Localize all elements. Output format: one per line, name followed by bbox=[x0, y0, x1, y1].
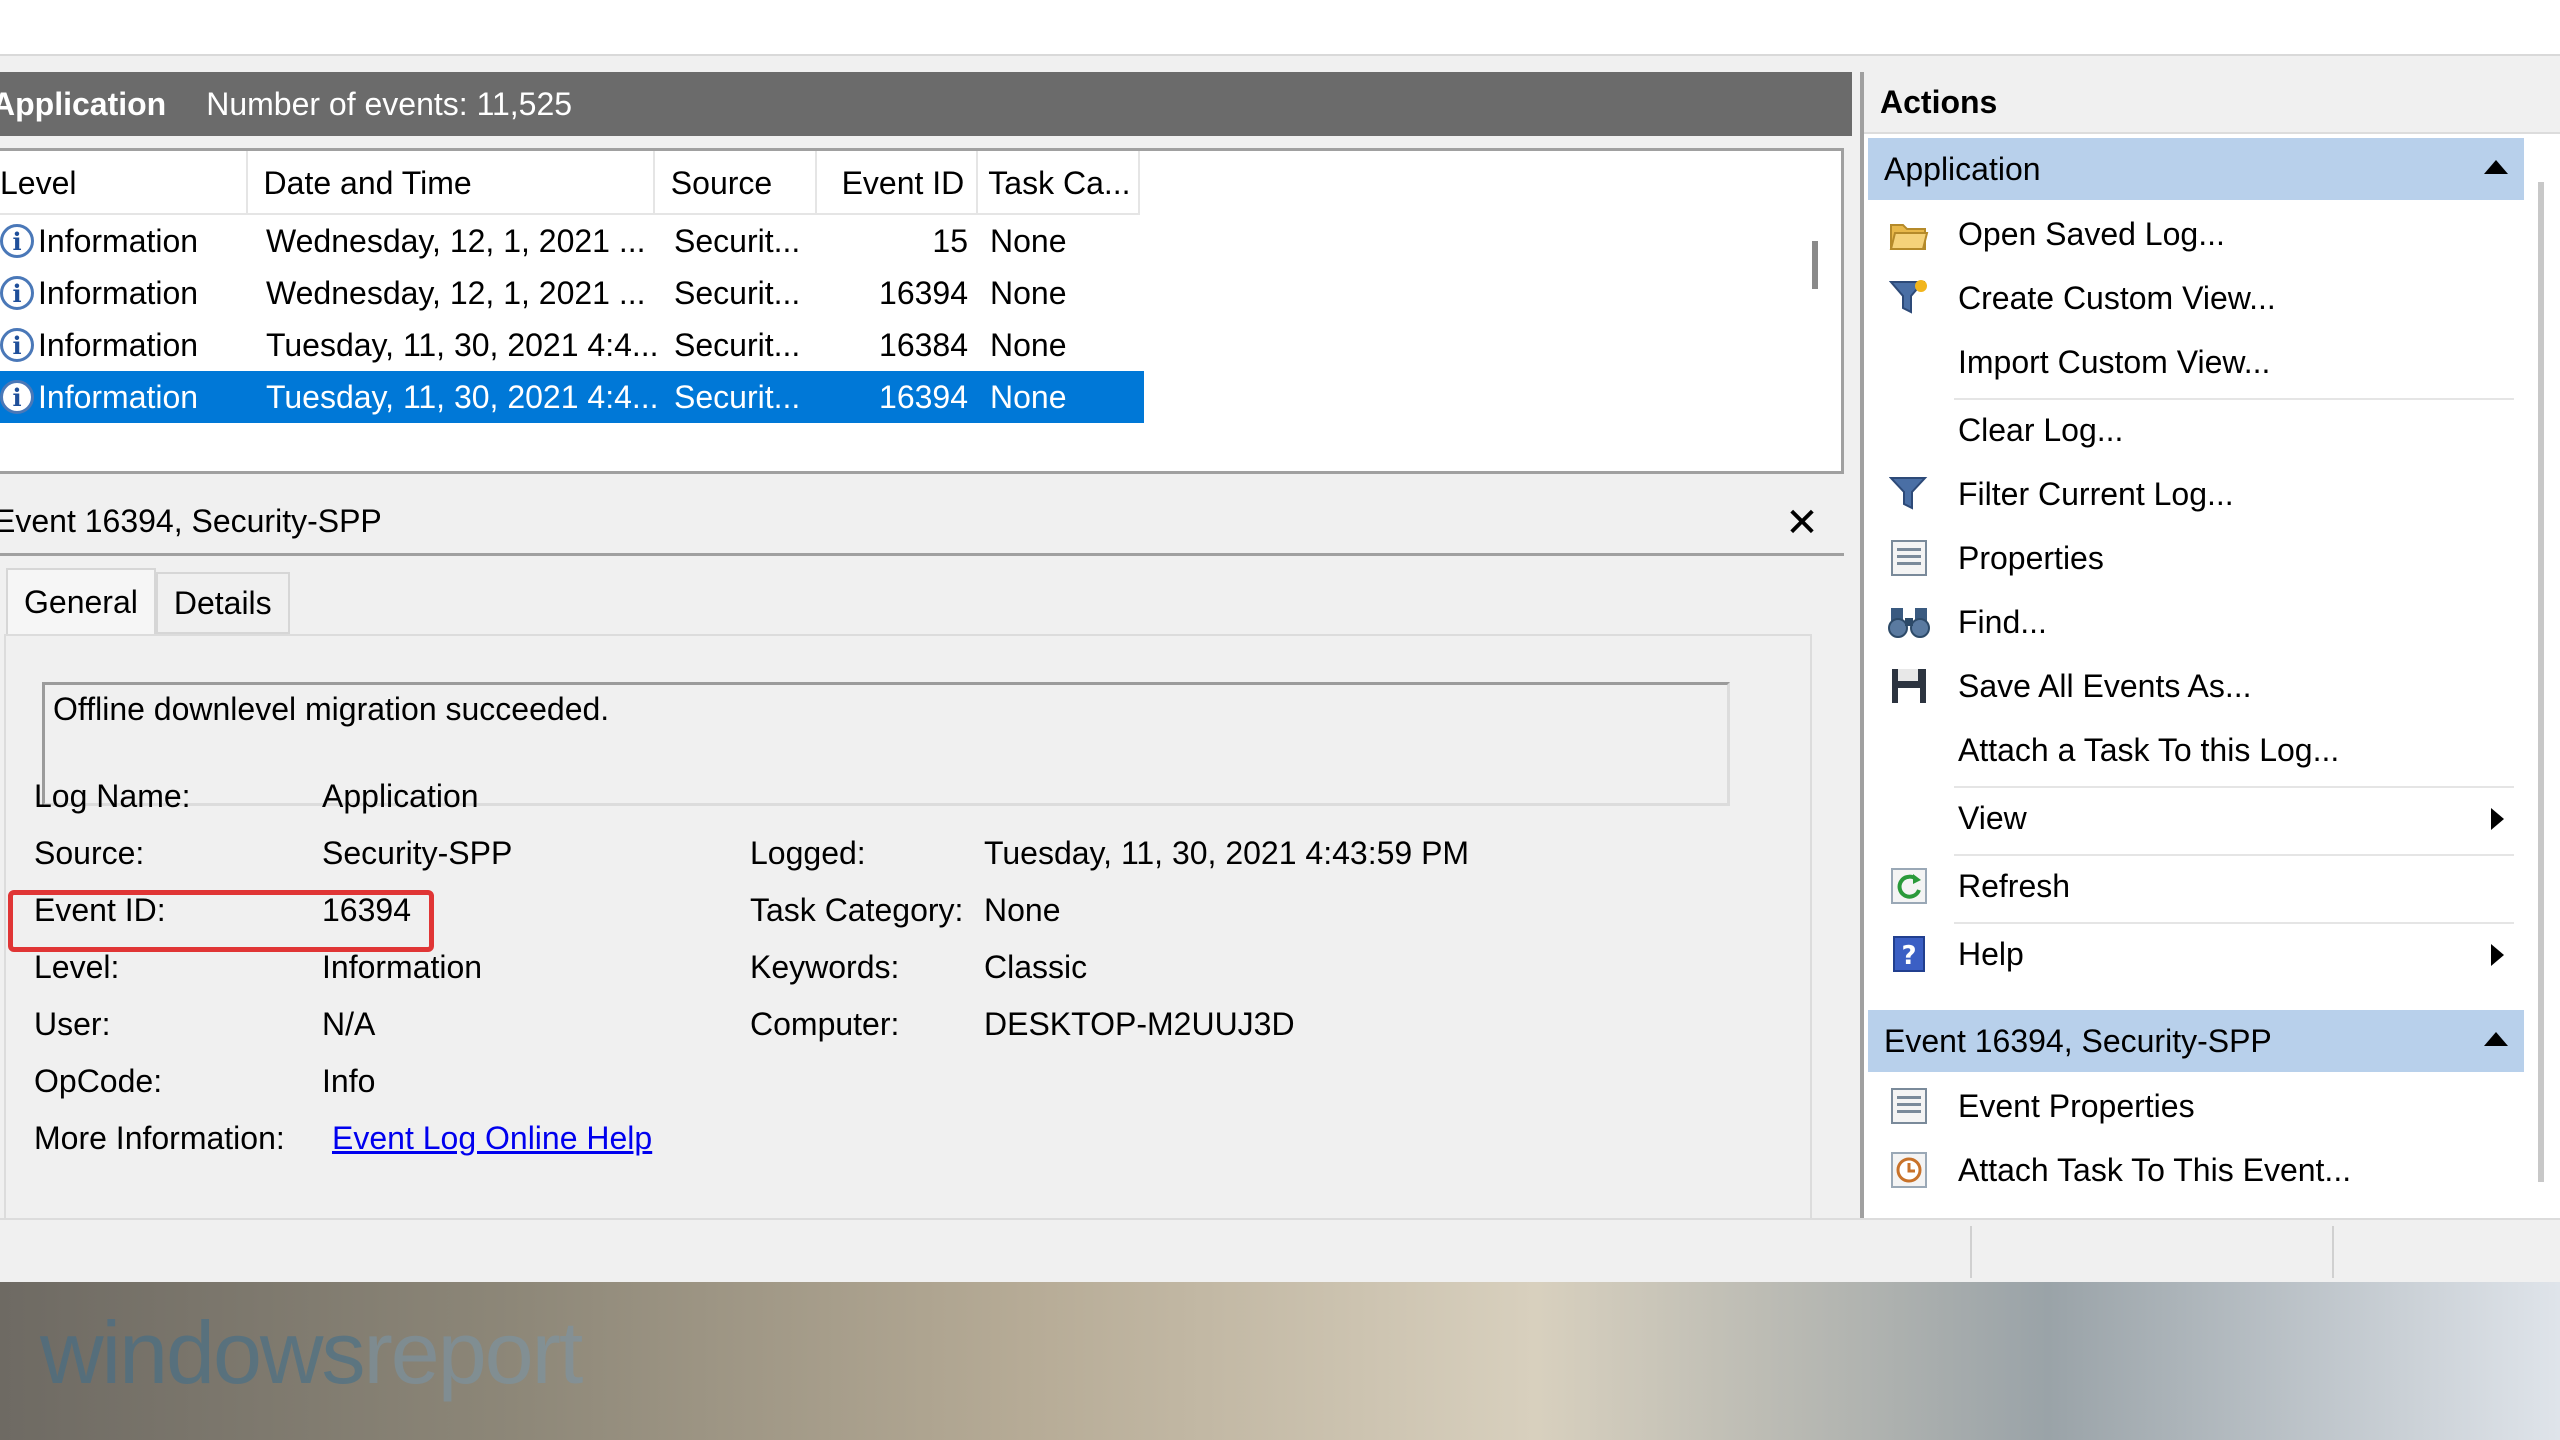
keywords-value: Classic bbox=[984, 949, 1088, 985]
computer-label: Computer: bbox=[750, 1006, 900, 1042]
action-event-properties[interactable]: Event Properties bbox=[1868, 1074, 2524, 1138]
action-attach-task-to-log[interactable]: Attach a Task To this Log... bbox=[1868, 718, 2524, 782]
binoculars-icon bbox=[1884, 597, 1934, 647]
help-icon: ? bbox=[1884, 929, 1934, 979]
table-row[interactable]: i Information Wednesday, 12, 1, 2021 ... … bbox=[0, 267, 1144, 319]
watermark-logo: windowsreport bbox=[40, 1303, 583, 1402]
event-list-header: Level Date and Time Source Event ID Task… bbox=[0, 151, 1140, 215]
collapse-up-icon[interactable] bbox=[2484, 160, 2508, 174]
status-separator bbox=[1970, 1226, 1972, 1278]
information-icon: i bbox=[0, 276, 34, 310]
folder-open-icon bbox=[1884, 209, 1934, 259]
list-scrollbar[interactable] bbox=[1812, 241, 1818, 289]
action-save-all-events-as[interactable]: Save All Events As... bbox=[1868, 654, 2524, 718]
log-name-value: Application bbox=[322, 778, 479, 814]
user-value: N/A bbox=[322, 1006, 376, 1042]
task-clock-icon bbox=[1884, 1145, 1934, 1195]
action-create-custom-view[interactable]: Create Custom View... bbox=[1868, 266, 2524, 330]
table-row-selected[interactable]: i Information Tuesday, 11, 30, 2021 4:4..… bbox=[0, 371, 1144, 423]
level-value: Information bbox=[322, 949, 483, 985]
action-import-custom-view[interactable]: Import Custom View... bbox=[1868, 330, 2524, 394]
desktop-wallpaper: windowsreport bbox=[0, 1282, 2560, 1440]
event-detail-header: Event 16394, Security-SPP ✕ bbox=[0, 490, 1844, 556]
logged-label: Logged: bbox=[750, 835, 866, 871]
column-event-id[interactable]: Event ID bbox=[817, 151, 979, 215]
action-clear-log[interactable]: Clear Log... bbox=[1868, 398, 2524, 462]
column-level[interactable]: Level bbox=[0, 151, 248, 215]
tab-general[interactable]: General bbox=[6, 568, 156, 634]
task-category-label: Task Category: bbox=[750, 892, 964, 928]
event-detail-title: Event 16394, Security-SPP bbox=[0, 503, 382, 539]
computer-value: DESKTOP-M2UUJ3D bbox=[984, 1006, 1295, 1042]
level-label: Level: bbox=[34, 949, 120, 985]
logged-value: Tuesday, 11, 30, 2021 4:43:59 PM bbox=[984, 835, 1470, 871]
table-row[interactable]: i Information Wednesday, 12, 1, 2021 ... … bbox=[0, 215, 1144, 267]
refresh-icon bbox=[1884, 861, 1934, 911]
properties-icon bbox=[1884, 1081, 1934, 1131]
opcode-label: OpCode: bbox=[34, 1063, 163, 1099]
actions-title: Actions bbox=[1864, 72, 2560, 134]
column-date-time[interactable]: Date and Time bbox=[248, 151, 655, 215]
more-info-label: More Information: bbox=[34, 1120, 285, 1156]
action-view[interactable]: View bbox=[1868, 786, 2524, 850]
log-name: Application bbox=[0, 85, 167, 122]
status-bar bbox=[0, 1218, 2560, 1282]
submenu-arrow-icon bbox=[2491, 808, 2504, 830]
log-header: Application Number of events: 11,525 bbox=[0, 72, 1852, 136]
filter-icon bbox=[1884, 469, 1934, 519]
keywords-label: Keywords: bbox=[750, 949, 900, 985]
log-name-label: Log Name: bbox=[34, 778, 191, 814]
event-list[interactable]: Level Date and Time Source Event ID Task… bbox=[0, 148, 1844, 474]
save-icon bbox=[1884, 661, 1934, 711]
opcode-value: Info bbox=[322, 1063, 376, 1099]
detail-tabs: General Details bbox=[6, 568, 290, 634]
action-attach-task-to-event[interactable]: Attach Task To This Event... bbox=[1868, 1138, 2524, 1202]
source-label: Source: bbox=[34, 835, 145, 871]
submenu-arrow-icon bbox=[2491, 944, 2504, 966]
action-filter-current-log[interactable]: Filter Current Log... bbox=[1868, 462, 2524, 526]
actions-section-application[interactable]: Application bbox=[1868, 138, 2524, 200]
collapse-up-icon[interactable] bbox=[2484, 1032, 2508, 1046]
event-log-online-help-link[interactable]: Event Log Online Help bbox=[332, 1120, 652, 1157]
actions-section-event[interactable]: Event 16394, Security-SPP bbox=[1868, 1010, 2524, 1072]
table-row[interactable]: i Information Tuesday, 11, 30, 2021 4:4..… bbox=[0, 319, 1144, 371]
action-refresh[interactable]: Refresh bbox=[1868, 854, 2524, 918]
action-find[interactable]: Find... bbox=[1868, 590, 2524, 654]
information-icon: i bbox=[0, 380, 34, 414]
status-separator bbox=[2332, 1226, 2334, 1278]
properties-icon bbox=[1884, 533, 1934, 583]
action-open-saved-log[interactable]: Open Saved Log... bbox=[1868, 202, 2524, 266]
event-log-pane: Application Number of events: 11,525 Lev… bbox=[0, 72, 1852, 1252]
actions-scrollbar[interactable] bbox=[2538, 182, 2544, 1182]
event-id-highlight-box bbox=[8, 890, 434, 952]
top-bar bbox=[0, 0, 2560, 56]
actions-pane: Actions Application Open Saved Log... Cr… bbox=[1860, 72, 2560, 1218]
column-source[interactable]: Source bbox=[655, 151, 817, 215]
event-description[interactable]: Offline downlevel migration succeeded. bbox=[42, 682, 1730, 806]
information-icon: i bbox=[0, 328, 34, 362]
information-icon: i bbox=[0, 224, 34, 258]
action-help[interactable]: ? Help bbox=[1868, 922, 2524, 986]
user-label: User: bbox=[34, 1006, 111, 1042]
column-task-category[interactable]: Task Ca... bbox=[978, 151, 1140, 215]
close-icon[interactable]: ✕ bbox=[1778, 490, 1826, 556]
event-count: Number of events: 11,525 bbox=[206, 85, 573, 122]
action-properties[interactable]: Properties bbox=[1868, 526, 2524, 590]
task-category-value: None bbox=[984, 892, 1061, 928]
source-value: Security-SPP bbox=[322, 835, 513, 871]
svg-text:?: ? bbox=[1901, 941, 1916, 971]
tab-details[interactable]: Details bbox=[155, 572, 290, 634]
filter-star-icon bbox=[1884, 273, 1934, 323]
